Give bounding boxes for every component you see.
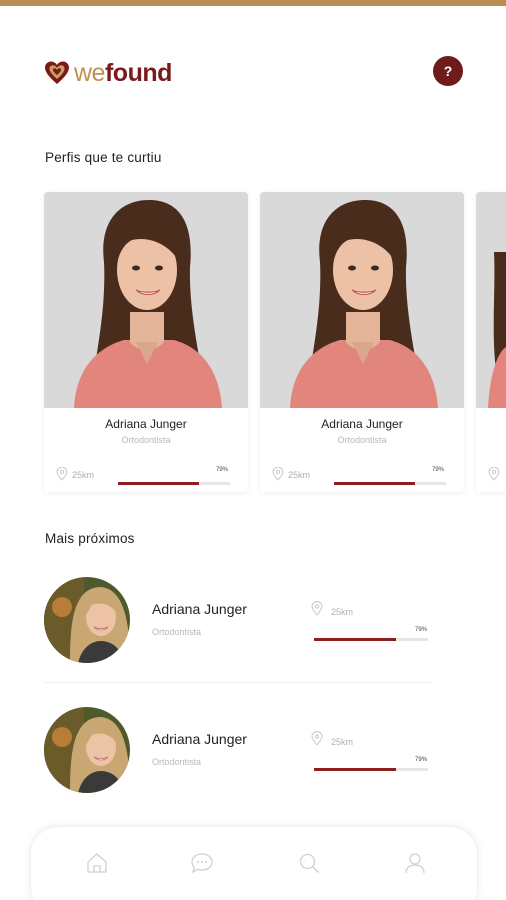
location-pin-icon <box>56 467 68 481</box>
list-divider <box>44 682 432 683</box>
card-match-track <box>334 482 446 485</box>
app-logo: wefound <box>44 58 172 88</box>
nav-home-button[interactable] <box>83 849 111 877</box>
nearby-match-track <box>314 638 428 641</box>
chat-icon <box>191 853 213 874</box>
nearby-match-fill <box>314 638 397 641</box>
nearby-match-fill <box>314 768 397 771</box>
help-button[interactable]: ? <box>433 56 463 86</box>
search-icon <box>299 853 319 873</box>
nearby-name: Adriana Junger <box>152 731 247 747</box>
card-job: Ortodontista <box>121 435 171 445</box>
location-pin-icon <box>488 467 500 481</box>
nearby-list-item[interactable]: Adriana Junger Ortodontista 25km 79% <box>0 707 506 807</box>
location-pin-icon <box>311 601 323 616</box>
card-match-track <box>118 482 230 485</box>
nearby-match-track <box>314 768 428 771</box>
nearby-name: Adriana Junger <box>152 601 247 617</box>
heart-logo-icon <box>45 61 69 84</box>
woman-avatar-illustration <box>44 577 130 663</box>
woman-portrait-illustration <box>44 192 248 408</box>
liked-profile-card[interactable]: Adriana Junger Ortodontista 25km 79% <box>44 192 248 492</box>
nav-profile-button[interactable] <box>401 849 429 877</box>
bottom-navigation <box>30 826 478 900</box>
avatar <box>44 577 130 663</box>
liked-profile-card[interactable]: Adriana Junger Ortodontista 25km 79% <box>260 192 464 492</box>
profile-photo <box>476 192 506 408</box>
avatar <box>44 707 130 793</box>
woman-portrait-illustration <box>260 192 464 408</box>
nearby-distance: 25km <box>331 737 354 747</box>
top-accent-bar <box>0 0 506 6</box>
nav-search-button[interactable] <box>295 849 323 877</box>
nearby-section-title: Mais próximos <box>45 531 135 546</box>
card-match-percent: 79% <box>432 467 445 473</box>
logo-text-found: found <box>104 59 172 87</box>
profile-photo <box>260 192 464 408</box>
nav-chat-button[interactable] <box>188 849 216 877</box>
nearby-match-percent: 79% <box>415 757 428 763</box>
home-icon <box>87 853 107 873</box>
liked-section-title: Perfis que te curtiu <box>45 150 162 165</box>
card-name: Adriana Junger <box>105 417 187 431</box>
woman-avatar-illustration <box>44 707 130 793</box>
nearby-list-item[interactable]: Adriana Junger Ortodontista 25km 79% <box>0 577 506 677</box>
location-pin-icon <box>272 467 284 481</box>
profile-photo <box>44 192 248 408</box>
location-pin-icon <box>311 731 323 746</box>
woman-portrait-illustration <box>476 192 506 408</box>
logo-text: wefound <box>74 58 172 88</box>
card-distance: 25km <box>288 470 311 480</box>
nearby-job: Ortodontista <box>152 757 202 767</box>
card-match-fill <box>118 482 199 485</box>
liked-profile-card-partial[interactable] <box>476 192 506 492</box>
nearby-match-percent: 79% <box>415 627 428 633</box>
card-name: Adriana Junger <box>321 417 403 431</box>
nearby-job: Ortodontista <box>152 627 202 637</box>
nearby-distance: 25km <box>331 607 354 617</box>
card-distance: 25km <box>72 470 95 480</box>
profile-icon <box>405 853 425 874</box>
card-job: Ortodontista <box>337 435 387 445</box>
logo-text-we: we <box>74 59 105 87</box>
card-match-fill <box>334 482 415 485</box>
card-match-percent: 79% <box>216 467 229 473</box>
